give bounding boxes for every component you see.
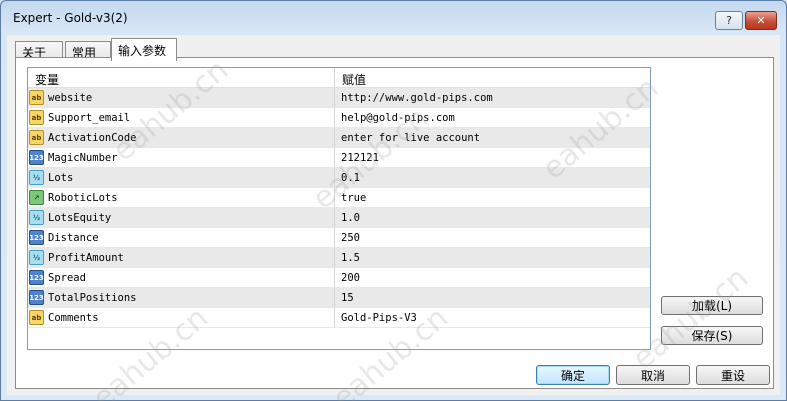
ab-string-icon: ab — [29, 130, 44, 145]
value-cell[interactable]: help@gold-pips.com — [335, 108, 650, 127]
double-half-icon: ½ — [29, 170, 44, 185]
table-row[interactable]: 123 Spread 200 — [28, 268, 650, 288]
value-cell[interactable]: 0.1 — [335, 168, 650, 187]
double-half-icon: ½ — [29, 210, 44, 225]
variable-name: Distance — [48, 231, 99, 244]
value-cell[interactable]: 15 — [335, 288, 650, 307]
column-header-value[interactable]: 赋值 — [335, 68, 650, 87]
parameters-grid: 变量 赋值 ab website http://www.gold-pips.com a… — [27, 67, 651, 350]
table-row[interactable]: ↗ RoboticLots true — [28, 188, 650, 208]
reset-button[interactable]: 重设 — [696, 365, 770, 385]
variable-cell[interactable]: ab Comments — [28, 308, 335, 327]
ab-string-icon: ab — [29, 90, 44, 105]
variable-cell[interactable]: 123 MagicNumber — [28, 148, 335, 167]
table-row[interactable]: ab Support_email help@gold-pips.com — [28, 108, 650, 128]
bool-toggle-icon: ↗ — [29, 190, 44, 205]
variable-name: website — [48, 91, 93, 104]
table-row[interactable]: 123 MagicNumber 212121 — [28, 148, 650, 168]
variable-cell[interactable]: ab website — [28, 88, 335, 107]
variable-cell[interactable]: 123 Spread — [28, 268, 335, 287]
value-cell[interactable]: 200 — [335, 268, 650, 287]
tab-inputs[interactable]: 输入参数 — [111, 38, 177, 61]
grid-header: 变量 赋值 — [28, 68, 650, 88]
integer-123-icon: 123 — [29, 270, 44, 285]
table-row[interactable]: 123 TotalPositions 15 — [28, 288, 650, 308]
help-button[interactable]: ? — [715, 11, 743, 30]
variable-name: LotsEquity — [48, 211, 112, 224]
ab-string-icon: ab — [29, 310, 44, 325]
variable-name: ProfitAmount — [48, 251, 124, 264]
variable-cell[interactable]: ½ ProfitAmount — [28, 248, 335, 267]
value-cell[interactable]: http://www.gold-pips.com — [335, 88, 650, 107]
save-button[interactable]: 保存(S) — [661, 326, 763, 345]
variable-name: RoboticLots — [48, 191, 118, 204]
expert-dialog-window: Expert - Gold-v3(2) ? ✕ 关于 常用 输入参数 变量 赋值… — [0, 0, 787, 401]
variable-name: Lots — [48, 171, 74, 184]
column-header-variable[interactable]: 变量 — [28, 68, 335, 87]
cancel-button[interactable]: 取消 — [616, 365, 690, 385]
integer-123-icon: 123 — [29, 230, 44, 245]
variable-cell[interactable]: ½ LotsEquity — [28, 208, 335, 227]
ab-string-icon: ab — [29, 110, 44, 125]
table-row[interactable]: ab Comments Gold-Pips-V3 — [28, 308, 650, 328]
variable-name: Comments — [48, 311, 99, 324]
dialog-client-area: 关于 常用 输入参数 变量 赋值 ab website http://www.gol… — [7, 35, 780, 395]
value-cell[interactable]: Gold-Pips-V3 — [335, 308, 650, 327]
table-row[interactable]: 123 Distance 250 — [28, 228, 650, 248]
table-row[interactable]: ab ActivationCode enter for live account — [28, 128, 650, 148]
variable-name: ActivationCode — [48, 131, 137, 144]
integer-123-icon: 123 — [29, 290, 44, 305]
value-cell[interactable]: 250 — [335, 228, 650, 247]
grid-rows: ab website http://www.gold-pips.com ab Suppo… — [28, 88, 650, 328]
variable-name: TotalPositions — [48, 291, 137, 304]
value-cell[interactable]: 1.5 — [335, 248, 650, 267]
value-cell[interactable]: enter for live account — [335, 128, 650, 147]
close-icon: ✕ — [756, 14, 766, 27]
value-cell[interactable]: true — [335, 188, 650, 207]
table-row[interactable]: ½ ProfitAmount 1.5 — [28, 248, 650, 268]
variable-cell[interactable]: ↗ RoboticLots — [28, 188, 335, 207]
table-row[interactable]: ½ LotsEquity 1.0 — [28, 208, 650, 228]
variable-name: MagicNumber — [48, 151, 118, 164]
ok-button[interactable]: 确定 — [536, 365, 610, 385]
close-button[interactable]: ✕ — [745, 11, 777, 30]
window-title: Expert - Gold-v3(2) — [13, 11, 128, 25]
variable-cell[interactable]: ab Support_email — [28, 108, 335, 127]
table-row[interactable]: ½ Lots 0.1 — [28, 168, 650, 188]
integer-123-icon: 123 — [29, 150, 44, 165]
double-half-icon: ½ — [29, 250, 44, 265]
variable-cell[interactable]: ab ActivationCode — [28, 128, 335, 147]
inputs-tab-panel: 变量 赋值 ab website http://www.gold-pips.com a… — [15, 57, 774, 389]
variable-name: Support_email — [48, 111, 131, 124]
variable-cell[interactable]: 123 TotalPositions — [28, 288, 335, 307]
value-cell[interactable]: 212121 — [335, 148, 650, 167]
load-button[interactable]: 加载(L) — [661, 296, 763, 315]
table-row[interactable]: ab website http://www.gold-pips.com — [28, 88, 650, 108]
value-cell[interactable]: 1.0 — [335, 208, 650, 227]
title-bar[interactable]: Expert - Gold-v3(2) ? ✕ — [1, 1, 786, 35]
variable-cell[interactable]: 123 Distance — [28, 228, 335, 247]
variable-name: Spread — [48, 271, 86, 284]
variable-cell[interactable]: ½ Lots — [28, 168, 335, 187]
help-icon: ? — [726, 14, 732, 27]
